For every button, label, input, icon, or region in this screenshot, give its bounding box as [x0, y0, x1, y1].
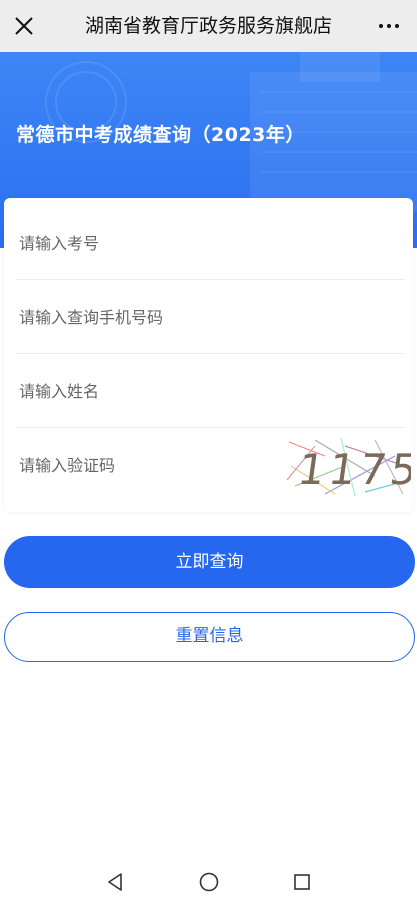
name-input[interactable]: [19, 354, 269, 428]
query-title: 常德市中考成绩查询（2023年）: [16, 124, 305, 146]
nav-back-button[interactable]: [98, 866, 134, 898]
exam-number-row: [16, 206, 405, 280]
query-button[interactable]: 立即查询: [4, 536, 415, 588]
more-dot: [395, 24, 399, 28]
captcha-row: 1175: [16, 428, 411, 502]
top-bar: 湖南省教育厅政务服务旗舰店: [0, 0, 417, 52]
more-dots-icon: [379, 24, 383, 28]
name-row: [16, 354, 405, 428]
captcha-input[interactable]: [19, 428, 269, 502]
more-dot: [387, 24, 391, 28]
phone-input[interactable]: [19, 280, 269, 354]
close-icon: [15, 17, 33, 35]
home-circle-icon: [199, 872, 219, 892]
nav-home-button[interactable]: [191, 866, 227, 898]
query-form: 1175: [4, 198, 413, 512]
recents-square-icon: [294, 874, 310, 890]
phone-row: [16, 280, 405, 354]
close-button[interactable]: [4, 6, 44, 46]
nav-recents-button[interactable]: [284, 866, 320, 898]
captcha-text: 1175: [295, 445, 411, 494]
reset-button[interactable]: 重置信息: [4, 612, 415, 662]
exam-number-input[interactable]: [19, 206, 269, 280]
more-menu-button[interactable]: [367, 6, 411, 46]
captcha-image[interactable]: 1175: [285, 436, 411, 498]
back-triangle-icon: [108, 873, 122, 891]
system-navigation-bar: [0, 860, 417, 905]
page-title: 湖南省教育厅政务服务旗舰店: [84, 15, 332, 37]
